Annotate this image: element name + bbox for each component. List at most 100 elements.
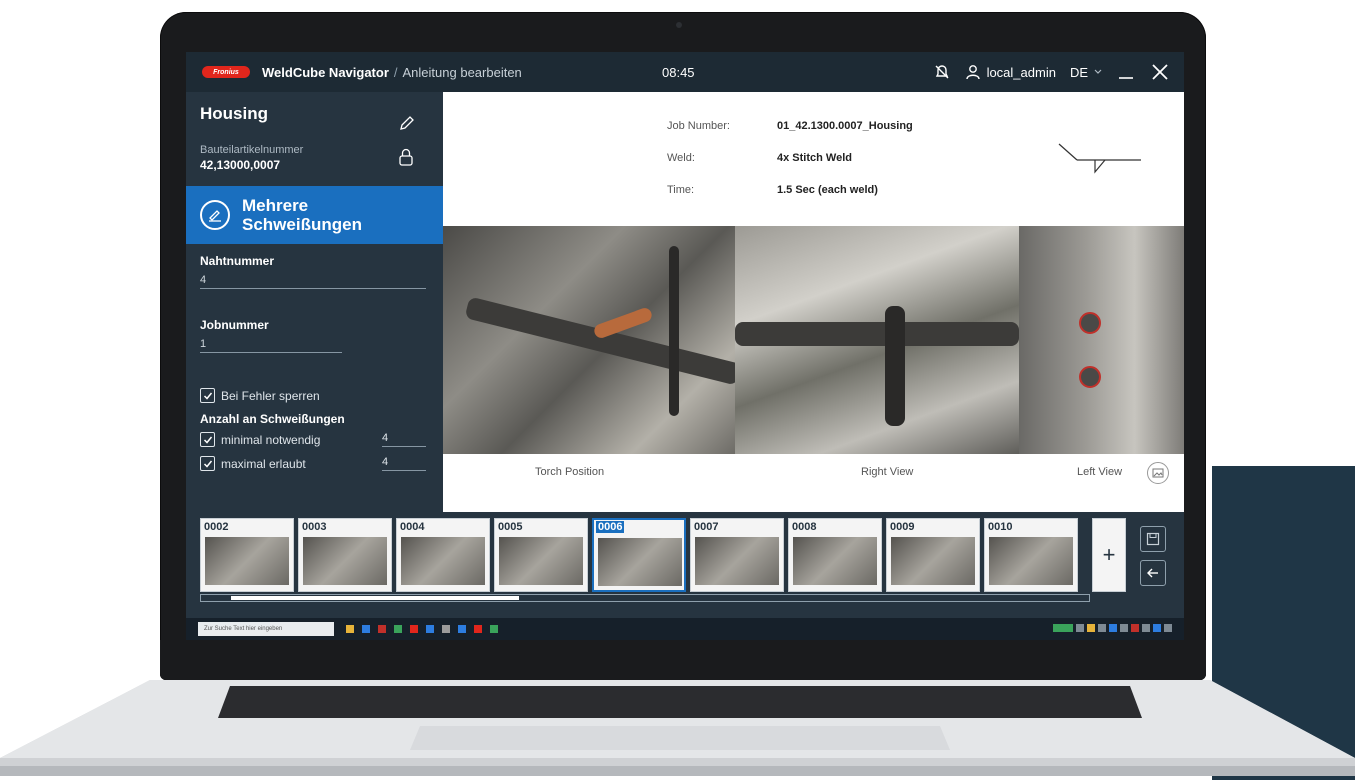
job-number-label: Jobnummer bbox=[200, 318, 269, 332]
app-title: WeldCube Navigator bbox=[262, 64, 389, 80]
lock-on-error-label: Bei Fehler sperren bbox=[221, 388, 320, 403]
weld-mode-banner[interactable]: Mehrere Schweißungen bbox=[186, 186, 443, 244]
edit-icon[interactable] bbox=[398, 114, 416, 132]
app-icon[interactable] bbox=[426, 625, 434, 633]
checkbox-checked-icon bbox=[200, 456, 215, 471]
app-window: Fronius WeldCube Navigator / Anleitung b… bbox=[186, 52, 1184, 640]
step-thumbnail[interactable]: 0010 bbox=[984, 518, 1078, 592]
info-value: 1.5 Sec (each weld) bbox=[777, 184, 878, 196]
tray-icon[interactable] bbox=[1076, 624, 1084, 632]
tray-icon[interactable] bbox=[1053, 624, 1073, 632]
tray-icon[interactable] bbox=[1087, 624, 1095, 632]
left-view-photo[interactable] bbox=[1019, 226, 1184, 454]
right-view-photo[interactable] bbox=[735, 226, 1019, 454]
tray-icon[interactable] bbox=[1142, 624, 1150, 632]
tray-icon[interactable] bbox=[1153, 624, 1161, 632]
chevron-down-icon bbox=[1094, 68, 1102, 76]
max-allowed-checkbox[interactable]: maximal erlaubt bbox=[200, 456, 306, 471]
min-required-input[interactable]: 4 bbox=[382, 432, 426, 447]
step-preview bbox=[793, 537, 877, 585]
app-icon[interactable] bbox=[362, 625, 370, 633]
tray-icon[interactable] bbox=[1131, 624, 1139, 632]
step-preview bbox=[891, 537, 975, 585]
step-thumbnail[interactable]: 0007 bbox=[690, 518, 784, 592]
torch-position-photo[interactable] bbox=[443, 226, 735, 454]
checkbox-checked-icon bbox=[200, 388, 215, 403]
close-icon[interactable] bbox=[1150, 62, 1170, 82]
tray-icon[interactable] bbox=[1098, 624, 1106, 632]
min-required-checkbox[interactable]: minimal notwendig bbox=[200, 432, 320, 447]
filmstrip-scrollbar[interactable] bbox=[200, 594, 1090, 602]
tray-icon[interactable] bbox=[1120, 624, 1128, 632]
step-number: 0007 bbox=[694, 521, 719, 533]
minimize-icon[interactable] bbox=[1116, 62, 1136, 82]
app-icon[interactable] bbox=[378, 625, 386, 633]
seam-number-input[interactable]: 4 bbox=[200, 274, 206, 286]
photo-weld-point bbox=[1079, 366, 1101, 388]
title-bar: Fronius WeldCube Navigator / Anleitung b… bbox=[186, 52, 1184, 92]
save-button[interactable] bbox=[1140, 526, 1166, 552]
system-tray bbox=[1053, 624, 1172, 632]
lock-icon[interactable] bbox=[398, 148, 414, 166]
app-icon[interactable] bbox=[490, 625, 498, 633]
tray-icon[interactable] bbox=[1164, 624, 1172, 632]
clock: 08:45 bbox=[662, 65, 695, 80]
step-preview bbox=[695, 537, 779, 585]
user-menu[interactable]: local_admin bbox=[965, 64, 1056, 80]
step-preview bbox=[989, 537, 1073, 585]
breadcrumb-separator: / bbox=[393, 64, 398, 80]
caption-left-view: Left View bbox=[1077, 466, 1123, 478]
max-allowed-input[interactable]: 4 bbox=[382, 456, 426, 471]
caption-torch-position: Torch Position bbox=[535, 466, 605, 478]
app-icon[interactable] bbox=[474, 625, 482, 633]
app-icon[interactable] bbox=[346, 625, 354, 633]
sidebar: Housing Bauteilartikelnummer 42,13000,00… bbox=[186, 92, 443, 512]
info-row-job: Job Number: 01_42.1300.0007_Housing bbox=[667, 120, 913, 132]
weld-mode-label: Mehrere Schweißungen bbox=[242, 196, 362, 234]
notification-off-icon[interactable] bbox=[933, 63, 951, 81]
info-key: Weld: bbox=[667, 152, 695, 164]
language-select[interactable]: DE bbox=[1070, 65, 1102, 80]
step-number: 0004 bbox=[400, 521, 425, 533]
scrollbar-thumb[interactable] bbox=[231, 596, 519, 600]
caption-right-view: Right View bbox=[861, 466, 914, 478]
language-value: DE bbox=[1069, 64, 1088, 80]
add-step-button[interactable]: + bbox=[1092, 518, 1126, 592]
step-thumbnail[interactable]: 0009 bbox=[886, 518, 980, 592]
job-number-input[interactable]: 1 bbox=[200, 338, 206, 350]
step-number: 0002 bbox=[204, 521, 229, 533]
os-taskbar: Zur Suche Text hier eingeben bbox=[186, 618, 1184, 640]
step-number: 0005 bbox=[498, 521, 523, 533]
part-title: Housing bbox=[200, 104, 268, 123]
back-button[interactable] bbox=[1140, 560, 1166, 586]
laptop-bezel bbox=[160, 640, 1206, 680]
photo-captions: Torch Position Right View Left View bbox=[443, 454, 1184, 512]
photo-weld-point bbox=[1079, 312, 1101, 334]
gallery-icon[interactable] bbox=[1147, 462, 1169, 484]
tray-icon[interactable] bbox=[1109, 624, 1117, 632]
taskbar-search[interactable]: Zur Suche Text hier eingeben bbox=[198, 622, 334, 636]
app-icon[interactable] bbox=[458, 625, 466, 633]
lock-on-error-checkbox[interactable]: Bei Fehler sperren bbox=[200, 388, 320, 403]
step-thumbnail[interactable]: 0008 bbox=[788, 518, 882, 592]
title-bar-actions: local_admin DE bbox=[933, 52, 1170, 92]
laptop-camera bbox=[676, 22, 682, 28]
step-thumbnail[interactable]: 0004 bbox=[396, 518, 490, 592]
info-value: 4x Stitch Weld bbox=[777, 152, 852, 164]
step-preview bbox=[401, 537, 485, 585]
checkbox-checked-icon bbox=[200, 432, 215, 447]
app-icon[interactable] bbox=[442, 625, 450, 633]
taskbar-apps bbox=[346, 625, 498, 633]
part-number-label: Bauteilartikelnummer bbox=[200, 144, 304, 156]
photo-strip bbox=[443, 226, 1184, 454]
step-thumbnail-active[interactable]: 0006 bbox=[592, 518, 686, 592]
app-icon[interactable] bbox=[394, 625, 402, 633]
step-thumbnail[interactable]: 0002 bbox=[200, 518, 294, 592]
step-preview bbox=[598, 538, 682, 586]
instruction-panel: Job Number: 01_42.1300.0007_Housing Weld:… bbox=[443, 92, 1184, 512]
step-preview bbox=[499, 537, 583, 585]
app-icon[interactable] bbox=[410, 625, 418, 633]
step-thumbnail[interactable]: 0003 bbox=[298, 518, 392, 592]
step-number: 0010 bbox=[988, 521, 1013, 533]
step-thumbnail[interactable]: 0005 bbox=[494, 518, 588, 592]
